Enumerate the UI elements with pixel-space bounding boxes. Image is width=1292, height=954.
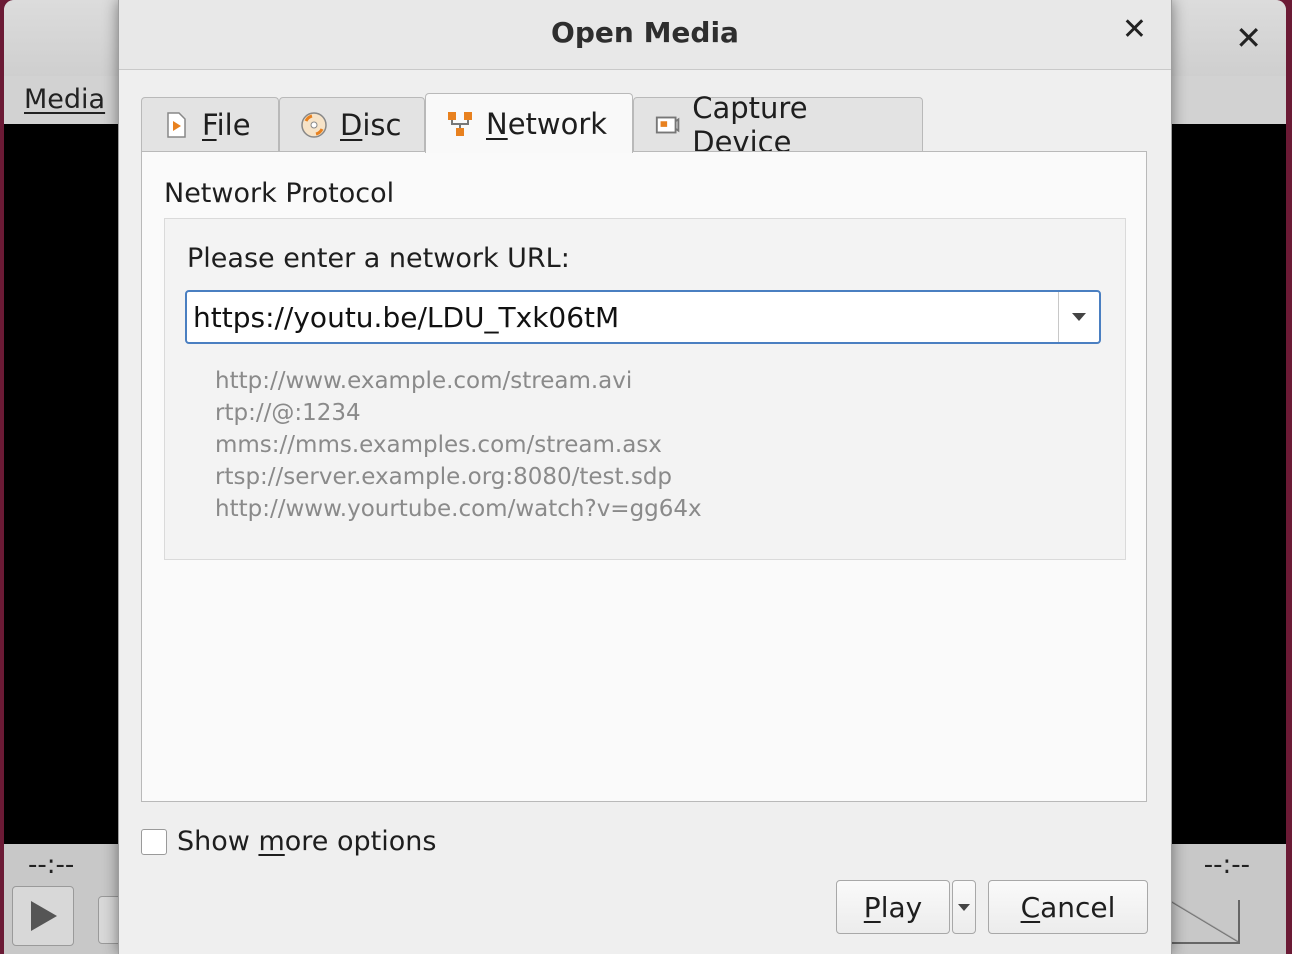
dialog-title: Open Media bbox=[551, 16, 739, 49]
tab-file-label: File bbox=[202, 107, 251, 142]
example-url: http://www.yourtube.com/watch?v=gg64x bbox=[215, 496, 702, 522]
main-play-button[interactable] bbox=[12, 886, 74, 946]
show-more-options-label: Show more options bbox=[177, 826, 437, 857]
time-elapsed: --:-- bbox=[28, 850, 75, 880]
network-protocol-group: Please enter a network URL: http://www.e… bbox=[164, 218, 1126, 560]
tab-network[interactable]: Network bbox=[425, 93, 633, 153]
tab-file[interactable]: File bbox=[141, 97, 279, 151]
main-close-icon[interactable]: ✕ bbox=[1235, 20, 1262, 56]
example-url: rtsp://server.example.org:8080/test.sdp bbox=[215, 464, 673, 490]
menu-media[interactable]: Media bbox=[24, 84, 105, 115]
network-protocol-heading: Network Protocol bbox=[164, 178, 395, 209]
url-combobox[interactable] bbox=[185, 290, 1101, 344]
url-examples: http://www.example.com/stream.avi rtp://… bbox=[215, 365, 702, 525]
example-url: mms://mms.examples.com/stream.asx bbox=[215, 432, 662, 458]
example-url: http://www.example.com/stream.avi bbox=[215, 368, 633, 394]
close-icon[interactable]: ✕ bbox=[1122, 12, 1147, 47]
tab-capture-device-label: Capture Device bbox=[692, 90, 808, 159]
tab-disc[interactable]: Disc bbox=[279, 97, 425, 151]
show-more-options[interactable]: Show more options bbox=[141, 826, 436, 857]
play-button[interactable]: Play bbox=[836, 880, 950, 934]
time-total: --:-- bbox=[1203, 850, 1250, 880]
file-icon bbox=[167, 111, 186, 138]
tab-capture-device[interactable]: Capture Device bbox=[633, 91, 923, 159]
play-options-dropdown[interactable] bbox=[952, 880, 976, 934]
example-url: rtp://@:1234 bbox=[215, 400, 361, 426]
network-icon bbox=[448, 111, 472, 136]
network-panel: Network Protocol Please enter a network … bbox=[141, 151, 1147, 802]
tab-disc-label: Disc bbox=[340, 107, 402, 142]
dialog-titlebar: Open Media ✕ bbox=[119, 0, 1171, 70]
cancel-button[interactable]: Cancel bbox=[988, 880, 1148, 934]
url-label: Please enter a network URL: bbox=[187, 243, 570, 274]
tab-network-label: Network bbox=[486, 106, 608, 141]
volume-slider[interactable] bbox=[1168, 900, 1240, 944]
show-more-options-checkbox[interactable] bbox=[141, 828, 167, 855]
url-input[interactable] bbox=[187, 292, 1059, 342]
capture-device-icon bbox=[655, 116, 680, 133]
chevron-down-icon[interactable] bbox=[1058, 292, 1099, 342]
open-media-dialog: Open Media ✕ File Disc Network Capture D… bbox=[118, 0, 1172, 954]
disc-icon bbox=[301, 111, 327, 138]
